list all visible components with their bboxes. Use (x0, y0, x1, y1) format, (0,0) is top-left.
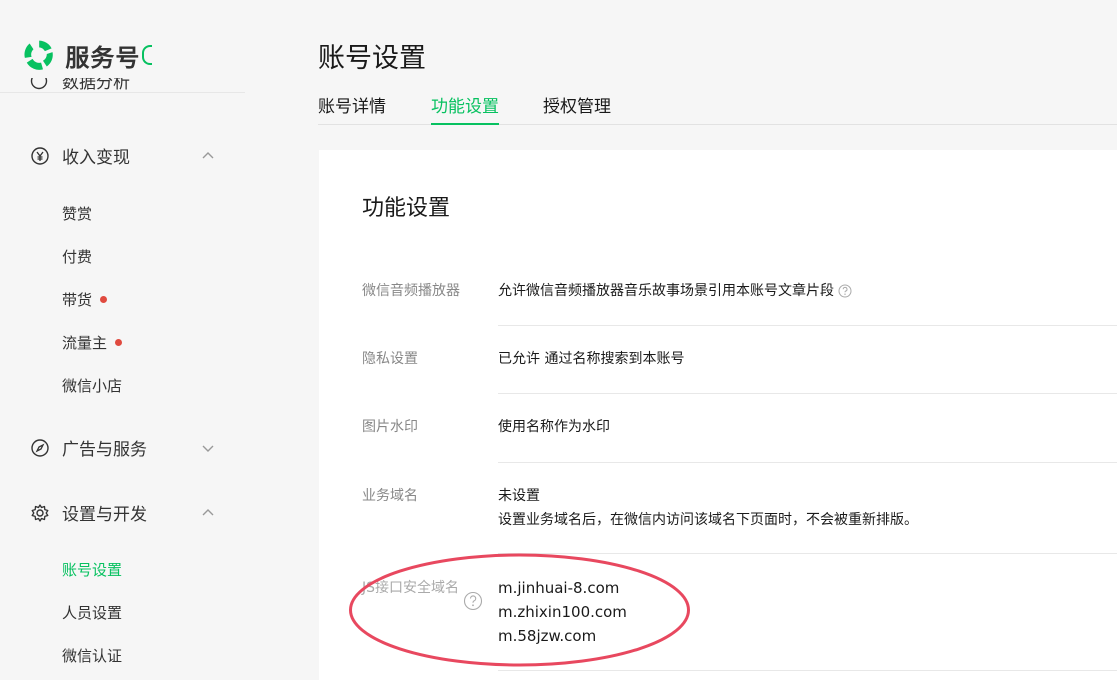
sidebar-item-traffic-master[interactable]: 流量主 (62, 332, 123, 353)
business-domain-note: 设置业务域名后，在微信内访问该域名下页面时，不会被重新排版。 (498, 512, 918, 528)
yen-icon (31, 146, 49, 165)
sidebar-group-ads[interactable]: 广告与服务 (30, 435, 215, 460)
brand-badge-icon (142, 45, 152, 65)
sidebar-item-account-settings[interactable]: 账号设置 (62, 559, 122, 580)
new-badge-dot (100, 296, 108, 303)
brand-logo[interactable]: 服务号 (22, 33, 152, 77)
sidebar-item-paid[interactable]: 付费 (62, 246, 92, 267)
sidebar-item-wechat-store[interactable]: 微信小店 (62, 375, 122, 396)
new-badge-dot (115, 339, 123, 346)
sidebar-item-wechat-verification[interactable]: 微信认证 (62, 645, 122, 666)
sidebar-divider (0, 92, 245, 93)
page-title: 账号设置 (318, 43, 426, 74)
sidebar-item-data-analysis[interactable]: 数据分析 (30, 78, 230, 92)
row-divider (498, 670, 1117, 671)
wechat-service-logo-icon (24, 40, 53, 70)
tab-bar: 账号详情 功能设置 授权管理 (318, 92, 1117, 125)
sidebar-group-income[interactable]: 收入变现 (30, 143, 215, 168)
sidebar: 服务号 数据分析 收入变现 赞赏 付费 带货 流量主 微信小店 广告与服务 设置… (0, 0, 245, 680)
brand-name: 服务号 (65, 43, 141, 72)
sidebar-item-goods[interactable]: 带货 (62, 289, 108, 310)
chevron-down-icon (202, 445, 214, 452)
tab-authorization[interactable]: 授权管理 (543, 92, 611, 123)
compass-icon (31, 438, 49, 457)
sidebar-item-appreciate[interactable]: 赞赏 (62, 203, 92, 224)
sidebar-item-staff-settings[interactable]: 人员设置 (62, 602, 122, 623)
row-divider (498, 462, 1117, 463)
audio-player-value: 允许微信音频播放器音乐故事场景引用本账号文章片段 (498, 279, 852, 303)
tab-feature-settings[interactable]: 功能设置 (431, 92, 499, 125)
row-divider (498, 325, 1117, 326)
sidebar-group-settings[interactable]: 设置与开发 (30, 500, 215, 525)
chart-icon (30, 78, 48, 89)
row-divider (498, 393, 1117, 394)
annotation-ellipse (349, 553, 690, 667)
question-circle-icon[interactable] (838, 284, 852, 298)
gear-icon (31, 503, 49, 522)
chevron-up-icon (202, 151, 214, 158)
tab-account-details[interactable]: 账号详情 (318, 92, 386, 123)
chevron-up-icon (202, 508, 214, 515)
card-title: 功能设置 (362, 196, 451, 221)
